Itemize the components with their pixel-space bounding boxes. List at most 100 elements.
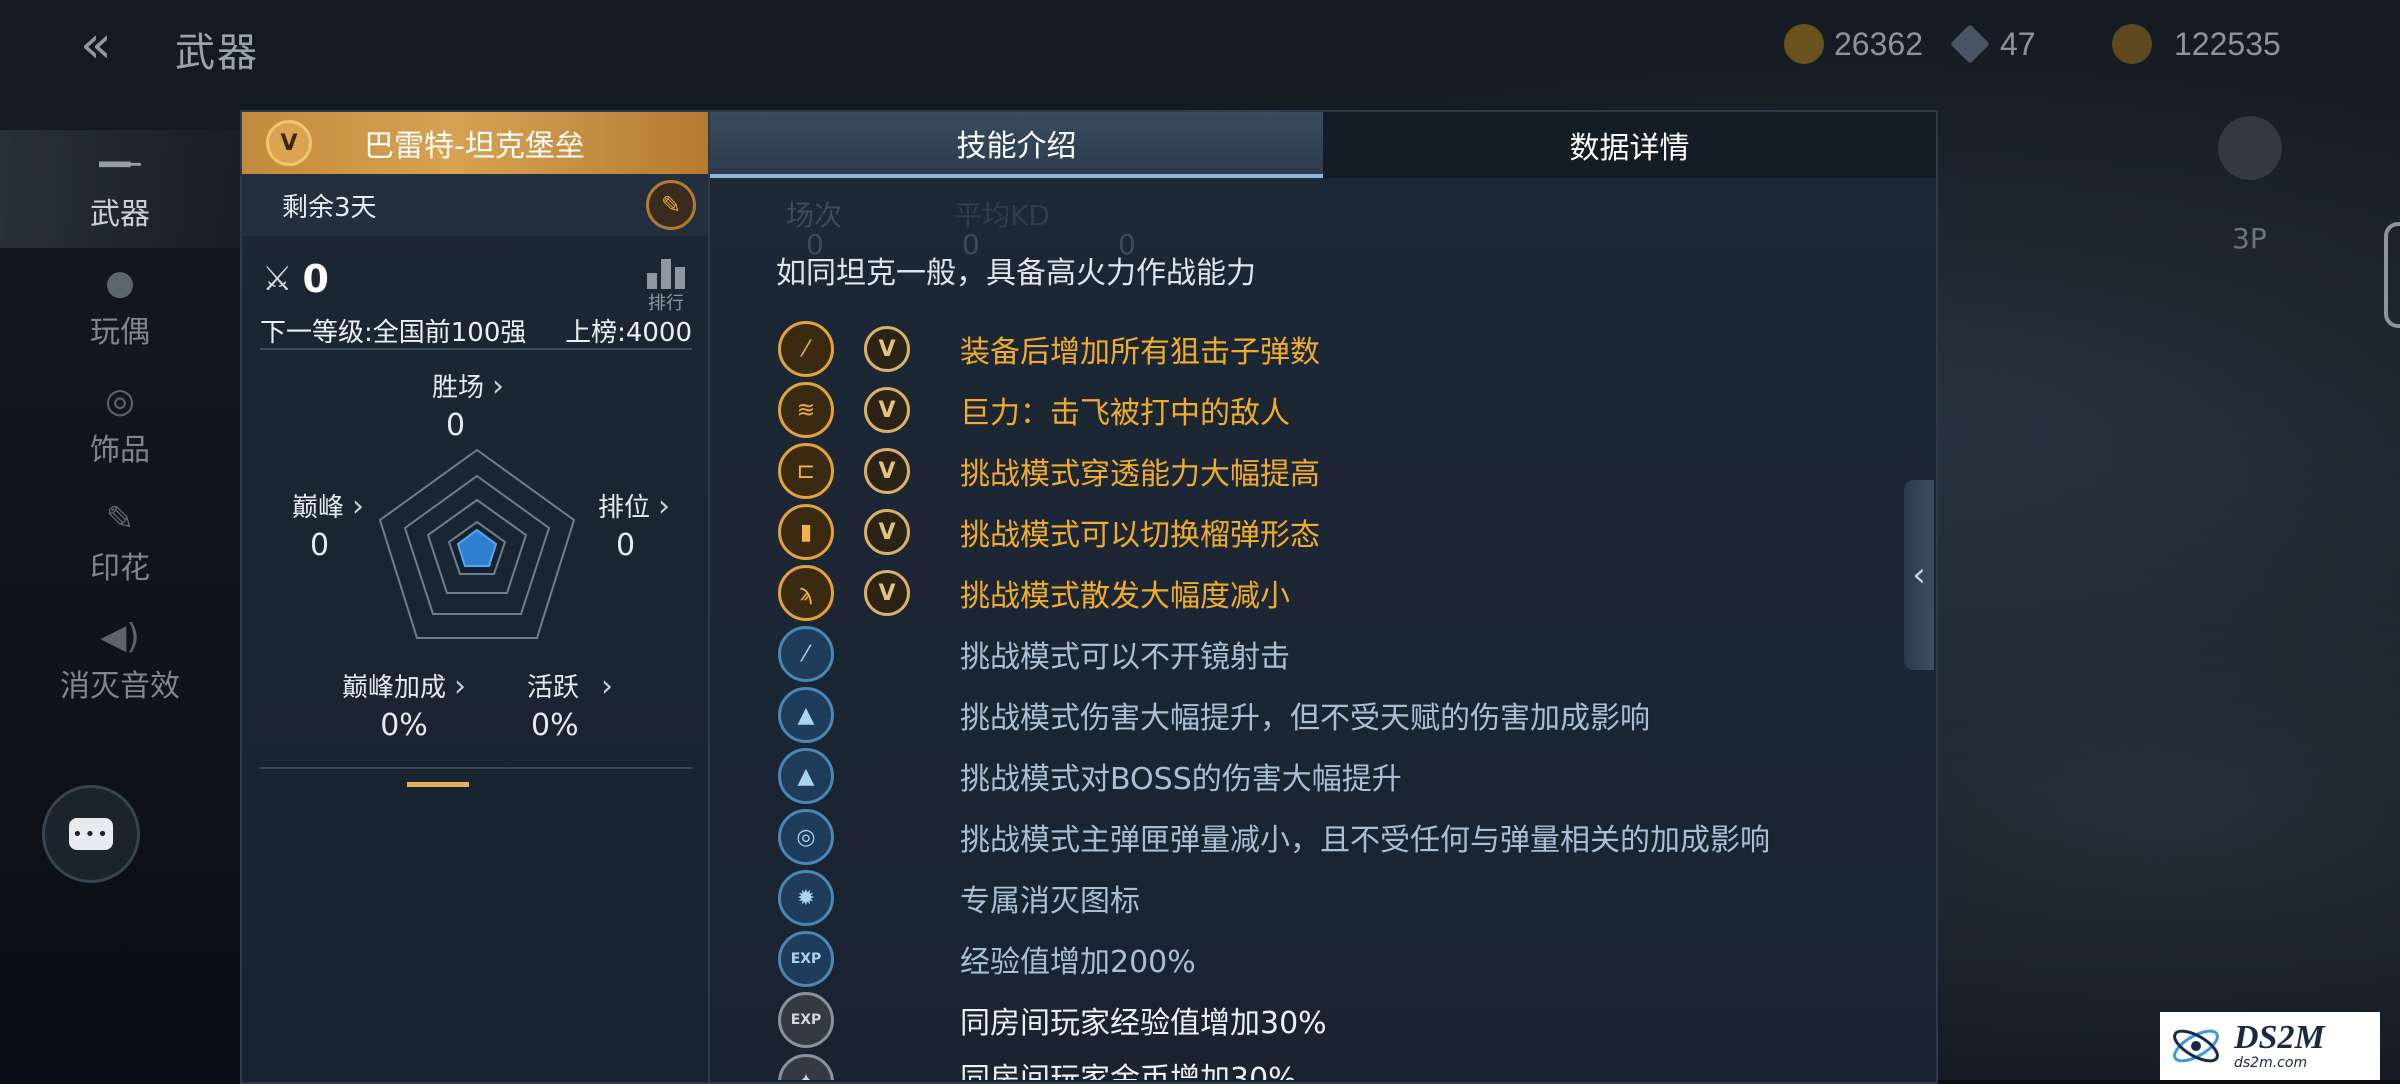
chevron-right-icon: › — [352, 489, 365, 524]
chat-icon: ••• — [69, 818, 113, 850]
coin-currency: 122535 — [2112, 22, 2281, 66]
panel-tabs: 技能介绍 数据详情 — [710, 112, 1936, 178]
sidebar-item-label: 饰品 — [90, 433, 150, 468]
category-sidebar: ━╾ 武器 ● 玩偶 ◎ 饰品 ✎ 印花 ◀) 消灭音效 — [0, 130, 240, 720]
sidebar-item-doll[interactable]: ● 玩偶 — [0, 248, 240, 366]
rank-badge-icon: ⚔ — [262, 259, 293, 299]
tab-data-details[interactable]: 数据详情 — [1323, 112, 1936, 178]
skill-row: ⊏ V 挑战模式穿透能力大幅提高 — [778, 443, 1878, 499]
coin-currency-value: 122535 — [2174, 25, 2281, 62]
stat-active[interactable]: 活跃 › 0% — [527, 667, 613, 743]
page-indicator — [407, 782, 469, 787]
chevron-right-icon: › — [454, 669, 467, 704]
vip-v-icon: V — [864, 570, 910, 616]
skill-text: 同房间玩家金币增加30% — [960, 1062, 1297, 1080]
weapon-name: 巴雷特-坦克堡垒 — [364, 129, 585, 164]
sidebar-item-kill-sound[interactable]: ◀) 消灭音效 — [0, 602, 240, 720]
stat-wins[interactable]: 胜场 › 0 — [432, 367, 504, 443]
skill-panel: 技能介绍 数据详情 场次 平均KD 0 0 0 如同坦克一般，具备高火力作战能力… — [708, 110, 1938, 1084]
skill-row: ▲ 挑战模式对BOSS的伤害大幅提升 — [778, 748, 1878, 804]
leaderboard-button[interactable]: 排行 — [636, 257, 696, 314]
right-drawer-handle[interactable] — [2384, 222, 2400, 328]
diamond-currency: 47 — [1950, 22, 2036, 66]
stat-label: 排位 — [598, 493, 651, 523]
next-level-text: 下一等级:全国前100强 — [260, 318, 527, 348]
radar-chart — [378, 448, 576, 639]
view-rotate-button[interactable] — [2218, 116, 2282, 180]
exp-icon: EXP — [778, 931, 834, 987]
tab-skill-intro[interactable]: 技能介绍 — [710, 112, 1323, 178]
stat-peak[interactable]: 巅峰 › 0 — [292, 487, 364, 563]
diamond-icon — [1950, 24, 1990, 64]
skill-row: ✹ 专属消灭图标 — [778, 870, 1878, 926]
diamond-currency-value: 47 — [2000, 25, 2036, 62]
watermark: DS2M ds2m.com — [2160, 1012, 2380, 1080]
page-title: 武器 — [175, 30, 259, 76]
view-mode-label[interactable]: 3P — [2232, 222, 2267, 255]
damage-up-icon: ▲ — [778, 687, 834, 743]
vip-v-icon: V — [864, 387, 910, 433]
skill-row: ◎ 挑战模式主弹匣弹量减小，且不受任何与弹量相关的加成影响 — [778, 809, 1878, 865]
chevron-right-icon: › — [601, 669, 614, 704]
skill-text: 挑战模式对BOSS的伤害大幅提升 — [960, 762, 1402, 797]
skill-text: 巨力：击飞被打中的敌人 — [960, 396, 1290, 431]
chat-button[interactable]: ••• — [42, 785, 140, 883]
next-level-row: 下一等级:全国前100强 上榜:4000 — [260, 312, 692, 349]
coin-icon — [2112, 24, 2152, 64]
weapon-card-subheader: 剩余3天 ✎ — [242, 174, 710, 236]
stat-ranked[interactable]: 排位 › 0 — [598, 487, 670, 563]
stat-label: 巅峰 — [292, 493, 345, 523]
rank-display: ⚔ 0 — [262, 257, 329, 301]
stat-value: 0 — [616, 528, 636, 563]
stat-value: 0 — [310, 528, 330, 563]
tab-label: 技能介绍 — [956, 129, 1077, 164]
weapon-card-header: V 巴雷特-坦克堡垒 — [242, 112, 710, 174]
stat-peak-bonus[interactable]: 巅峰加成 › 0% — [342, 667, 466, 743]
magazine-icon: ◎ — [778, 809, 834, 865]
kill-icon: ✹ — [778, 870, 834, 926]
stat-label: 胜场 — [432, 373, 485, 403]
stat-label: 巅峰加成 — [342, 673, 447, 703]
gold-currency: 26362 — [1784, 22, 1923, 66]
coin-room-icon: ✦ — [778, 1054, 834, 1080]
top-bar: « 武器 26362 47 122535 — [0, 0, 2400, 90]
decal-icon: ✎ — [105, 499, 135, 539]
sidebar-item-label: 印花 — [90, 551, 150, 586]
skill-text: 挑战模式可以不开镜射击 — [960, 640, 1290, 675]
skill-row: ≋ V 巨力：击飞被打中的敌人 — [778, 382, 1878, 438]
no-scope-icon: ⁄ — [778, 626, 834, 682]
gold-currency-icon — [1784, 24, 1824, 64]
skill-row: ▮ V 挑战模式可以切换榴弹形态 — [778, 504, 1878, 560]
list-threshold-text: 上榜:4000 — [565, 318, 692, 348]
doll-icon: ● — [105, 263, 135, 303]
gold-currency-value: 26362 — [1834, 25, 1923, 62]
stat-value: 0 — [446, 408, 466, 443]
skill-text: 挑战模式伤害大幅提升，但不受天赋的伤害加成影响 — [960, 701, 1650, 736]
sidebar-item-weapon[interactable]: ━╾ 武器 — [0, 130, 240, 248]
skill-row: ✦ 同房间玩家金币增加30% — [778, 1054, 1878, 1080]
watermark-logo — [2173, 1029, 2219, 1063]
vip-v-icon: V — [864, 509, 910, 555]
accessory-icon: ◎ — [105, 381, 135, 421]
weapon-emblem-icon[interactable]: ✎ — [646, 180, 696, 230]
stat-value: 0% — [531, 708, 579, 743]
divider — [260, 767, 692, 769]
skill-text: 经验值增加200% — [960, 945, 1196, 980]
skill-row: ⁄ 挑战模式可以不开镜射击 — [778, 626, 1878, 682]
skill-row: ⁄ V 装备后增加所有狙击子弹数 — [778, 321, 1878, 377]
skill-text: 装备后增加所有狙击子弹数 — [960, 335, 1320, 370]
exp-room-icon: EXP — [778, 992, 834, 1048]
chevron-left-icon: ‹ — [1912, 555, 1926, 595]
sidebar-item-decal[interactable]: ✎ 印花 — [0, 484, 240, 602]
weapon-card: V 巴雷特-坦克堡垒 剩余3天 ✎ ⚔ 0 排行 下一等级:全国前100强 上榜… — [240, 110, 712, 1084]
back-button[interactable]: « — [80, 19, 150, 71]
collapse-panel-tab[interactable]: ‹ — [1904, 480, 1934, 670]
knockback-icon: ≋ — [778, 382, 834, 438]
skill-text: 挑战模式穿透能力大幅提高 — [960, 457, 1320, 492]
skill-text: 同房间玩家经验值增加30% — [960, 1006, 1327, 1041]
chevron-right-icon: › — [492, 369, 505, 404]
sidebar-item-accessory[interactable]: ◎ 饰品 — [0, 366, 240, 484]
grenade-icon: ▮ — [778, 504, 834, 560]
skill-row: ▲ 挑战模式伤害大幅提升，但不受天赋的伤害加成影响 — [778, 687, 1878, 743]
skill-text: 专属消灭图标 — [960, 884, 1140, 919]
